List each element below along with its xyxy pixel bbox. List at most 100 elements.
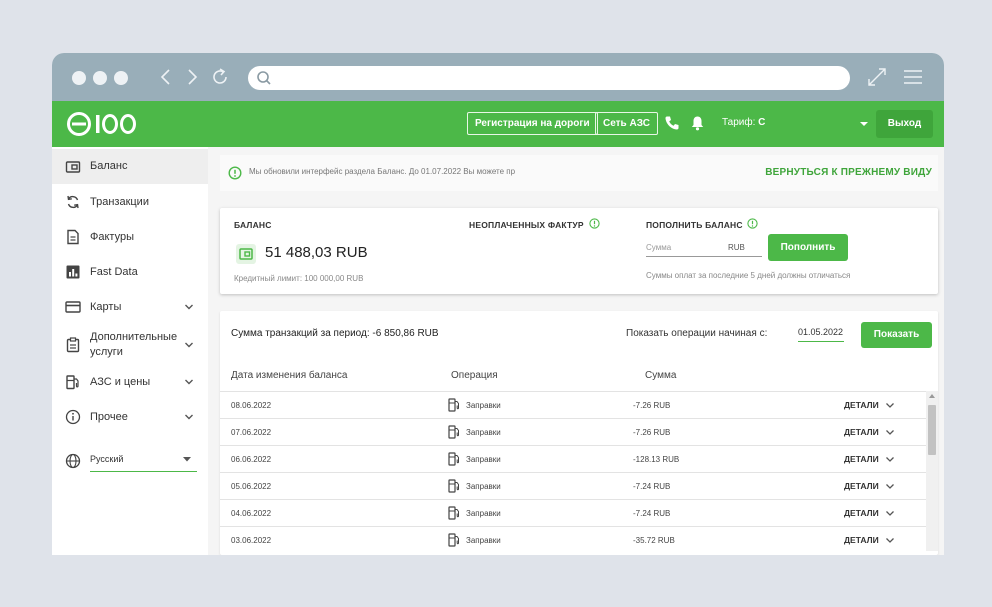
sidebar-item-label: Прочее (90, 410, 128, 423)
row-date: 07.06.2022 (231, 428, 272, 437)
topup-button[interactable]: Пополнить (768, 234, 848, 261)
details-toggle[interactable]: ДЕТАЛИ (844, 508, 895, 518)
show-button[interactable]: Показать (861, 322, 932, 348)
row-sum: -35.72 RUB (633, 536, 675, 545)
reload-icon[interactable] (210, 66, 230, 88)
road-registration-button[interactable]: Регистрация на дороги (467, 112, 598, 135)
address-bar[interactable] (248, 66, 850, 90)
sidebar-item-label: Карты (90, 300, 122, 313)
language-select[interactable]: Русский (90, 453, 197, 472)
sidebar-item-transactions[interactable]: Транзакции (52, 187, 208, 217)
table-row[interactable]: 04.06.2022 Заправки -7.24 RUB ДЕТАЛИ (220, 499, 926, 526)
date-from-input[interactable]: 01.05.2022 (798, 327, 844, 342)
chevron-down-icon (885, 402, 894, 408)
row-date: 08.06.2022 (231, 401, 272, 410)
info-icon[interactable] (747, 218, 758, 229)
row-operation: Заправки (448, 506, 501, 520)
column-header-date[interactable]: Дата изменения баланса (231, 370, 347, 381)
details-label: ДЕТАЛИ (844, 481, 879, 491)
tariff-label: Тариф: (722, 117, 756, 128)
row-operation-label: Заправки (466, 535, 501, 545)
e100-logo[interactable] (66, 111, 138, 137)
unpaid-invoices-title: НЕОПЛАЧЕННЫХ ФАКТУР (469, 220, 584, 230)
table-row[interactable]: 07.06.2022 Заправки -7.26 RUB ДЕТАЛИ (220, 418, 926, 445)
date-from-value: 01.05.2022 (798, 327, 844, 337)
fuel-pump-icon (448, 425, 459, 439)
column-header-operation[interactable]: Операция (451, 370, 498, 381)
expand-icon[interactable] (866, 66, 888, 88)
clipboard-icon (66, 337, 80, 353)
sidebar-item-fast-data[interactable]: Fast Data (52, 257, 208, 287)
scroll-up-icon[interactable] (929, 394, 935, 398)
chevron-down-icon[interactable] (184, 341, 194, 349)
sidebar-item-other[interactable]: Прочее (52, 402, 208, 432)
details-label: ДЕТАЛИ (844, 400, 879, 410)
row-date: 04.06.2022 (231, 509, 272, 518)
search-icon (257, 71, 271, 85)
row-operation-label: Заправки (466, 400, 501, 410)
details-toggle[interactable]: ДЕТАЛИ (844, 427, 895, 437)
sidebar-item-invoices[interactable]: Фактуры (52, 222, 208, 252)
card-icon (65, 301, 81, 313)
row-date: 03.06.2022 (231, 536, 272, 545)
row-operation: Заправки (448, 533, 501, 547)
fuel-pump-icon (448, 479, 459, 493)
app-header: Регистрация на дороги Сеть АЗС Тариф: C … (52, 101, 944, 147)
window-controls (72, 71, 128, 85)
details-toggle[interactable]: ДЕТАЛИ (844, 454, 895, 464)
globe-icon (65, 453, 81, 469)
maximize-dot[interactable] (114, 71, 128, 85)
row-operation: Заправки (448, 452, 501, 466)
chart-icon (66, 265, 80, 279)
station-network-button[interactable]: Сеть АЗС (595, 112, 658, 135)
row-operation: Заправки (448, 479, 501, 493)
info-notice: Мы обновили интерфейс раздела Баланс. До… (220, 155, 938, 191)
row-operation: Заправки (448, 398, 501, 412)
fuel-pump-icon (448, 452, 459, 466)
row-date: 05.06.2022 (231, 482, 272, 491)
table-row[interactable]: 08.06.2022 Заправки -7.26 RUB ДЕТАЛИ (220, 391, 926, 418)
amount-placeholder: Сумма (646, 243, 672, 252)
table-row[interactable]: 05.06.2022 Заправки -7.24 RUB ДЕТАЛИ (220, 472, 926, 499)
bell-icon[interactable] (690, 115, 705, 131)
back-arrow-icon[interactable] (156, 66, 176, 88)
fuel-pump-icon (448, 398, 459, 412)
topup-amount-input[interactable]: Сумма RUB (646, 240, 762, 257)
minimize-dot[interactable] (93, 71, 107, 85)
row-operation-label: Заправки (466, 454, 501, 464)
transactions-card: Сумма транзакций за период: -6 850,86 RU… (220, 311, 938, 555)
details-toggle[interactable]: ДЕТАЛИ (844, 481, 895, 491)
sidebar-item-label: Фактуры (90, 230, 134, 243)
hamburger-menu-icon[interactable] (902, 66, 924, 88)
scrollbar[interactable] (926, 391, 938, 551)
chevron-down-icon[interactable] (184, 378, 194, 386)
chevron-down-icon[interactable] (184, 303, 194, 311)
column-header-sum[interactable]: Сумма (645, 370, 676, 381)
row-operation-label: Заправки (466, 508, 501, 518)
phone-icon[interactable] (664, 115, 680, 131)
sidebar-item-balance[interactable]: Баланс (52, 149, 208, 184)
main-content: Мы обновили интерфейс раздела Баланс. До… (208, 147, 944, 555)
tariff-selector[interactable]: Тариф: C (722, 117, 765, 128)
sidebar-item-stations-prices[interactable]: АЗС и цены (52, 367, 208, 397)
sidebar-item-cards[interactable]: Карты (52, 292, 208, 322)
return-old-view-link[interactable]: ВЕРНУТЬСЯ К ПРЕЖНЕМУ ВИДУ (765, 167, 932, 178)
details-label: ДЕТАЛИ (844, 508, 879, 518)
table-row[interactable]: 06.06.2022 Заправки -128.13 RUB ДЕТАЛИ (220, 445, 926, 472)
row-sum: -7.26 RUB (633, 401, 671, 410)
close-dot[interactable] (72, 71, 86, 85)
details-toggle[interactable]: ДЕТАЛИ (844, 535, 895, 545)
info-icon[interactable] (589, 218, 600, 229)
tariff-value: C (758, 117, 766, 128)
sidebar-item-label: Дополнительные услуги (90, 331, 178, 358)
tariff-dropdown-caret-icon[interactable] (860, 121, 868, 127)
chevron-down-icon[interactable] (184, 413, 194, 421)
table-row[interactable]: 03.06.2022 Заправки -35.72 RUB ДЕТАЛИ (220, 526, 926, 553)
sidebar-item-additional-services[interactable]: Дополнительные услуги (52, 327, 208, 363)
period-sum: Сумма транзакций за период: -6 850,86 RU… (231, 328, 439, 339)
details-toggle[interactable]: ДЕТАЛИ (844, 400, 895, 410)
scrollbar-thumb[interactable] (928, 405, 936, 455)
logout-button[interactable]: Выход (876, 110, 933, 138)
forward-arrow-icon[interactable] (182, 66, 202, 88)
balance-card: БАЛАНС 51 488,03 RUB Кредитный лимит: 10… (220, 208, 938, 294)
